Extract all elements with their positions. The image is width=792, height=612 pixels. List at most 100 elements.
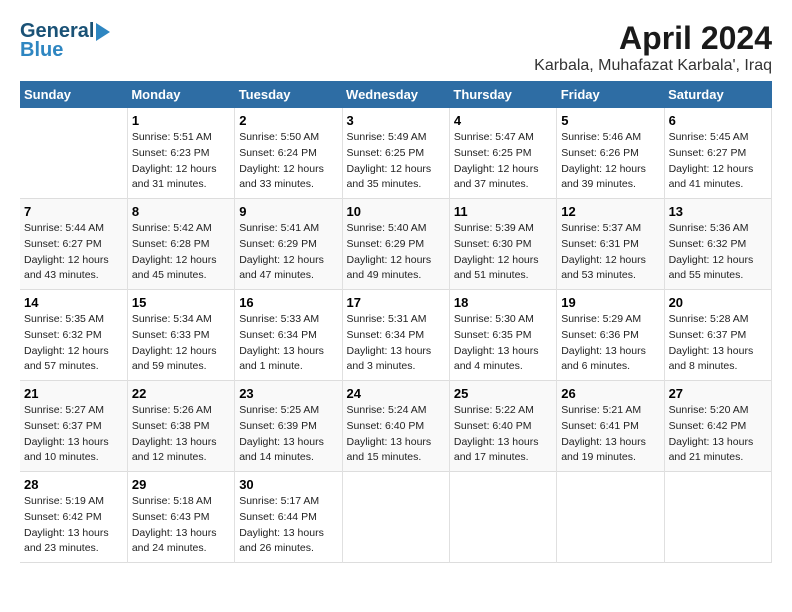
day-number: 19 bbox=[561, 295, 659, 310]
day-number: 28 bbox=[24, 477, 123, 492]
column-header-wednesday: Wednesday bbox=[342, 81, 449, 108]
calendar-cell: 30 Sunrise: 5:17 AMSunset: 6:44 PMDayligh… bbox=[235, 472, 342, 563]
day-number: 14 bbox=[24, 295, 123, 310]
day-detail: Sunrise: 5:30 AMSunset: 6:35 PMDaylight:… bbox=[454, 312, 552, 375]
day-detail: Sunrise: 5:22 AMSunset: 6:40 PMDaylight:… bbox=[454, 403, 552, 466]
day-number: 24 bbox=[347, 386, 445, 401]
calendar-cell: 4Sunrise: 5:47 AMSunset: 6:25 PMDaylight… bbox=[449, 108, 556, 199]
day-detail: Sunrise: 5:44 AMSunset: 6:27 PMDaylight:… bbox=[24, 221, 123, 284]
column-header-thursday: Thursday bbox=[449, 81, 556, 108]
day-detail: Sunrise: 5:46 AMSunset: 6:26 PMDaylight:… bbox=[561, 130, 659, 193]
day-detail: Sunrise: 5:41 AMSunset: 6:29 PMDaylight:… bbox=[239, 221, 337, 284]
calendar-cell: 17 Sunrise: 5:31 AMSunset: 6:34 PMDayligh… bbox=[342, 290, 449, 381]
calendar-cell: 1Sunrise: 5:51 AMSunset: 6:23 PMDaylight… bbox=[127, 108, 234, 199]
day-detail: Sunrise: 5:35 AMSunset: 6:32 PMDaylight:… bbox=[24, 312, 123, 375]
day-number: 2 bbox=[239, 113, 337, 128]
calendar-cell: 26 Sunrise: 5:21 AMSunset: 6:41 PMDayligh… bbox=[557, 381, 664, 472]
day-detail: Sunrise: 5:19 AMSunset: 6:42 PMDaylight:… bbox=[24, 494, 123, 557]
day-detail: Sunrise: 5:37 AMSunset: 6:31 PMDaylight:… bbox=[561, 221, 659, 284]
day-detail: Sunrise: 5:25 AMSunset: 6:39 PMDaylight:… bbox=[239, 403, 337, 466]
page-subtitle: Karbala, Muhafazat Karbala', Iraq bbox=[534, 57, 772, 75]
calendar-week-row: 28 Sunrise: 5:19 AMSunset: 6:42 PMDayligh… bbox=[20, 472, 772, 563]
day-detail: Sunrise: 5:39 AMSunset: 6:30 PMDaylight:… bbox=[454, 221, 552, 284]
calendar-cell: 14 Sunrise: 5:35 AMSunset: 6:32 PMDayligh… bbox=[20, 290, 127, 381]
calendar-header-row: SundayMondayTuesdayWednesdayThursdayFrid… bbox=[20, 81, 772, 108]
day-detail: Sunrise: 5:24 AMSunset: 6:40 PMDaylight:… bbox=[347, 403, 445, 466]
calendar-cell: 5 Sunrise: 5:46 AMSunset: 6:26 PMDaylight… bbox=[557, 108, 664, 199]
day-number: 4 bbox=[454, 113, 552, 128]
column-header-monday: Monday bbox=[127, 81, 234, 108]
calendar-cell bbox=[20, 108, 127, 199]
day-number: 23 bbox=[239, 386, 337, 401]
day-number: 16 bbox=[239, 295, 337, 310]
calendar-cell: 22 Sunrise: 5:26 AMSunset: 6:38 PMDayligh… bbox=[127, 381, 234, 472]
day-detail: Sunrise: 5:33 AMSunset: 6:34 PMDaylight:… bbox=[239, 312, 337, 375]
day-number: 20 bbox=[669, 295, 767, 310]
calendar-cell: 16 Sunrise: 5:33 AMSunset: 6:34 PMDayligh… bbox=[235, 290, 342, 381]
column-header-sunday: Sunday bbox=[20, 81, 127, 108]
page-header: General Blue April 2024 Karbala, Muhafaz… bbox=[20, 20, 772, 75]
day-number: 17 bbox=[347, 295, 445, 310]
page-title: April 2024 bbox=[534, 20, 772, 57]
day-number: 27 bbox=[669, 386, 767, 401]
column-header-tuesday: Tuesday bbox=[235, 81, 342, 108]
day-number: 7 bbox=[24, 204, 123, 219]
day-number: 21 bbox=[24, 386, 123, 401]
calendar-cell: 12 Sunrise: 5:37 AMSunset: 6:31 PMDayligh… bbox=[557, 199, 664, 290]
calendar-cell: 20 Sunrise: 5:28 AMSunset: 6:37 PMDayligh… bbox=[664, 290, 771, 381]
calendar-cell: 11Sunrise: 5:39 AMSunset: 6:30 PMDayligh… bbox=[449, 199, 556, 290]
day-number: 30 bbox=[239, 477, 337, 492]
day-number: 10 bbox=[347, 204, 445, 219]
day-number: 29 bbox=[132, 477, 230, 492]
day-detail: Sunrise: 5:17 AMSunset: 6:44 PMDaylight:… bbox=[239, 494, 337, 557]
calendar-week-row: 1Sunrise: 5:51 AMSunset: 6:23 PMDaylight… bbox=[20, 108, 772, 199]
calendar-table: SundayMondayTuesdayWednesdayThursdayFrid… bbox=[20, 81, 772, 563]
day-number: 22 bbox=[132, 386, 230, 401]
day-detail: Sunrise: 5:51 AMSunset: 6:23 PMDaylight:… bbox=[132, 130, 230, 193]
day-detail: Sunrise: 5:49 AMSunset: 6:25 PMDaylight:… bbox=[347, 130, 445, 193]
calendar-cell: 2 Sunrise: 5:50 AMSunset: 6:24 PMDaylight… bbox=[235, 108, 342, 199]
calendar-cell: 28 Sunrise: 5:19 AMSunset: 6:42 PMDayligh… bbox=[20, 472, 127, 563]
calendar-cell bbox=[342, 472, 449, 563]
day-number: 9 bbox=[239, 204, 337, 219]
day-number: 8 bbox=[132, 204, 230, 219]
calendar-cell bbox=[664, 472, 771, 563]
day-detail: Sunrise: 5:42 AMSunset: 6:28 PMDaylight:… bbox=[132, 221, 230, 284]
day-detail: Sunrise: 5:34 AMSunset: 6:33 PMDaylight:… bbox=[132, 312, 230, 375]
day-number: 18 bbox=[454, 295, 552, 310]
calendar-cell bbox=[557, 472, 664, 563]
day-number: 15 bbox=[132, 295, 230, 310]
column-header-saturday: Saturday bbox=[664, 81, 771, 108]
calendar-cell bbox=[449, 472, 556, 563]
column-header-friday: Friday bbox=[557, 81, 664, 108]
calendar-week-row: 21Sunrise: 5:27 AMSunset: 6:37 PMDayligh… bbox=[20, 381, 772, 472]
day-detail: Sunrise: 5:29 AMSunset: 6:36 PMDaylight:… bbox=[561, 312, 659, 375]
day-number: 6 bbox=[669, 113, 767, 128]
calendar-cell: 18 Sunrise: 5:30 AMSunset: 6:35 PMDayligh… bbox=[449, 290, 556, 381]
day-number: 25 bbox=[454, 386, 552, 401]
calendar-week-row: 14 Sunrise: 5:35 AMSunset: 6:32 PMDayligh… bbox=[20, 290, 772, 381]
day-number: 5 bbox=[561, 113, 659, 128]
day-detail: Sunrise: 5:26 AMSunset: 6:38 PMDaylight:… bbox=[132, 403, 230, 466]
calendar-cell: 27Sunrise: 5:20 AMSunset: 6:42 PMDayligh… bbox=[664, 381, 771, 472]
day-number: 26 bbox=[561, 386, 659, 401]
calendar-cell: 15 Sunrise: 5:34 AMSunset: 6:33 PMDayligh… bbox=[127, 290, 234, 381]
calendar-cell: 7 Sunrise: 5:44 AMSunset: 6:27 PMDaylight… bbox=[20, 199, 127, 290]
day-detail: Sunrise: 5:18 AMSunset: 6:43 PMDaylight:… bbox=[132, 494, 230, 557]
calendar-cell: 9 Sunrise: 5:41 AMSunset: 6:29 PMDaylight… bbox=[235, 199, 342, 290]
calendar-cell: 3Sunrise: 5:49 AMSunset: 6:25 PMDaylight… bbox=[342, 108, 449, 199]
calendar-cell: 13Sunrise: 5:36 AMSunset: 6:32 PMDayligh… bbox=[664, 199, 771, 290]
calendar-cell: 24 Sunrise: 5:24 AMSunset: 6:40 PMDayligh… bbox=[342, 381, 449, 472]
day-detail: Sunrise: 5:31 AMSunset: 6:34 PMDaylight:… bbox=[347, 312, 445, 375]
day-number: 13 bbox=[669, 204, 767, 219]
day-detail: Sunrise: 5:50 AMSunset: 6:24 PMDaylight:… bbox=[239, 130, 337, 193]
day-number: 12 bbox=[561, 204, 659, 219]
day-detail: Sunrise: 5:45 AMSunset: 6:27 PMDaylight:… bbox=[669, 130, 767, 193]
logo-arrow-icon bbox=[96, 21, 112, 43]
title-block: April 2024 Karbala, Muhafazat Karbala', … bbox=[534, 20, 772, 75]
day-detail: Sunrise: 5:21 AMSunset: 6:41 PMDaylight:… bbox=[561, 403, 659, 466]
day-detail: Sunrise: 5:40 AMSunset: 6:29 PMDaylight:… bbox=[347, 221, 445, 284]
calendar-cell: 10 Sunrise: 5:40 AMSunset: 6:29 PMDayligh… bbox=[342, 199, 449, 290]
calendar-cell: 25 Sunrise: 5:22 AMSunset: 6:40 PMDayligh… bbox=[449, 381, 556, 472]
day-detail: Sunrise: 5:28 AMSunset: 6:37 PMDaylight:… bbox=[669, 312, 767, 375]
